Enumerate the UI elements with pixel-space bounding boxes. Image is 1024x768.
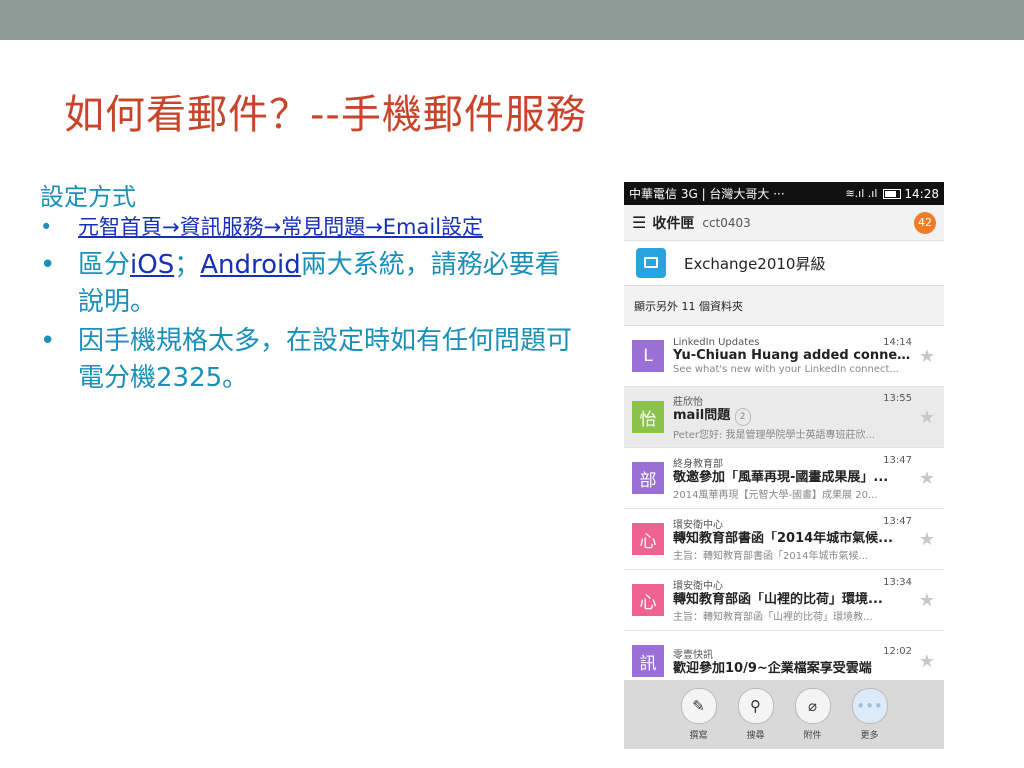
- slide-body: 設定方式 • 元智首頁→資訊服務→常見問題→Email設定 • 區分iOS；An…: [40, 182, 585, 397]
- mail-sender: 終身教育部: [673, 459, 723, 470]
- star-icon[interactable]: ★: [916, 651, 938, 672]
- unread-badge: 42: [914, 211, 936, 234]
- mail-list: L LinkedIn Updates 14:14 Yu-Chiuan Huang ad…: [624, 326, 944, 692]
- bullet-2-sep: ；: [174, 250, 201, 280]
- mail-preview: 主旨：轉知教育部書函「2014年城市氣候...: [673, 551, 868, 562]
- folder-name: Exchange2010昇級: [684, 254, 826, 273]
- app-bar: ☰ 收件匣 cct0403 42: [624, 205, 944, 241]
- star-icon[interactable]: ★: [916, 590, 938, 611]
- mail-time: 13:34: [883, 577, 912, 588]
- mail-preview: 2014風華再現【元智大學-國畫】成果展 20...: [673, 490, 878, 501]
- bullet-3-text: 因手機規格太多，在設定時如有任何問題可電分機2325。: [78, 326, 573, 393]
- sender-avatar: 訊: [632, 645, 664, 677]
- toolbar-label: 撰寫: [689, 731, 708, 741]
- clock: 14:28: [904, 186, 939, 201]
- mail-subject: Yu-Chiuan Huang added connecti...: [673, 348, 912, 363]
- folder-icon: [636, 248, 666, 278]
- mail-time: 13:55: [883, 393, 912, 404]
- bullet-2: • 區分iOS；Android兩大系統，請務必要看說明。: [40, 247, 585, 321]
- sender-avatar: L: [632, 340, 664, 372]
- sender-avatar: 心: [632, 523, 664, 555]
- account-name: cct0403: [702, 215, 751, 230]
- subhead: 設定方式: [40, 183, 136, 211]
- top-banner: [0, 0, 1024, 40]
- sender-avatar: 部: [632, 462, 664, 494]
- battery-icon: [883, 188, 902, 199]
- email-settings-link[interactable]: 元智首頁→資訊服務→常見問題→Email設定: [78, 215, 483, 239]
- mail-sender: 零壹快訊: [673, 649, 713, 661]
- mail-time: 13:47: [883, 455, 912, 466]
- mail-body: 終身教育部 13:47 敬邀參加「風華再現-國畫成果展」... 2014風華再現【元智…: [673, 455, 912, 501]
- show-more-folders[interactable]: 顯示另外 11 個資料夾: [624, 286, 944, 326]
- mail-preview: See what's new with your LinkedIn connec…: [673, 364, 899, 375]
- mail-body: 莊欣怡 13:55 mail問題 2 Peter您好: 我是管理學院學士英語專班莊欣.…: [673, 393, 912, 441]
- ios-link[interactable]: iOS: [130, 250, 174, 280]
- mail-preview: 主旨：轉知教育部函「山裡的比荷」環境教...: [673, 612, 873, 623]
- bullet-dot: •: [40, 326, 56, 356]
- signal-icon: ≋.ıl .ıl: [845, 187, 878, 200]
- more-button[interactable]: ••• 更多: [851, 688, 888, 741]
- inbox-title[interactable]: 收件匣: [652, 213, 694, 233]
- mail-item[interactable]: L LinkedIn Updates 14:14 Yu-Chiuan Huang ad…: [624, 326, 944, 387]
- mail-item[interactable]: 部終身教育部 13:47 敬邀參加「風華再現-國畫成果展」... 2014風華再現【元…: [624, 448, 944, 509]
- bottom-toolbar: ✎ 撰寫 ⚲ 搜尋 ⌀ 附件 ••• 更多: [624, 680, 944, 749]
- compose-icon: ✎: [680, 688, 717, 724]
- slide-title: 如何看郵件？--手機郵件服務: [64, 92, 587, 138]
- mail-subject: 轉知教育部書函「2014年城市氣候...: [673, 531, 893, 546]
- mail-sender: 莊欣怡: [673, 397, 703, 408]
- sender-avatar: 怡: [632, 401, 664, 433]
- sender-avatar: 心: [632, 584, 664, 616]
- menu-icon[interactable]: ☰: [632, 213, 646, 232]
- mail-time: 14:14: [883, 337, 912, 348]
- bullet-1: • 元智首頁→資訊服務→常見問題→Email設定: [40, 214, 585, 241]
- mail-sender: 環安衛中心: [673, 520, 723, 531]
- paperclip-button[interactable]: ⌀ 附件: [794, 688, 831, 741]
- folder-item[interactable]: Exchange2010昇級: [624, 241, 944, 286]
- bullet-2-text-a: 區分: [78, 250, 131, 280]
- mail-subject: 敬邀參加「風華再現-國畫成果展」...: [673, 470, 889, 485]
- mail-body: LinkedIn Updates 14:14 Yu-Chiuan Huang add…: [673, 337, 912, 375]
- mail-body: 環安衛中心 13:34 轉知教育部函「山裡的比荷」環境... 主旨：轉知教育部函「山裡…: [673, 577, 912, 623]
- bullet-3: • 因手機規格太多，在設定時如有任何問題可電分機2325。: [40, 323, 585, 397]
- mail-subject: 歡迎參加10/9~企業檔案享受雲端: [673, 660, 872, 676]
- mail-subject: 轉知教育部函「山裡的比荷」環境...: [673, 592, 883, 607]
- search-button[interactable]: ⚲ 搜尋: [737, 688, 774, 741]
- carrier-text: 中華電信 3G | 台灣大哥大 ···: [629, 187, 785, 201]
- star-icon[interactable]: ★: [916, 529, 938, 550]
- mail-sender: 環安衛中心: [673, 581, 723, 592]
- bullet-dot: •: [40, 215, 53, 239]
- mail-time: 12:02: [883, 645, 912, 657]
- search-icon: ⚲: [737, 688, 774, 724]
- android-link[interactable]: Android: [200, 250, 301, 280]
- mail-item[interactable]: 心環安衛中心 13:34 轉知教育部函「山裡的比荷」環境... 主旨：轉知教育部函「山…: [624, 570, 944, 631]
- star-icon[interactable]: ★: [916, 346, 938, 367]
- star-icon[interactable]: ★: [916, 407, 938, 428]
- status-bar: 中華電信 3G | 台灣大哥大 ··· ≋.ıl .ıl 14:28: [624, 182, 944, 205]
- toolbar-label: 搜尋: [746, 731, 765, 741]
- star-icon[interactable]: ★: [916, 468, 938, 489]
- more-icon: •••: [851, 688, 888, 724]
- toolbar-label: 更多: [860, 731, 879, 741]
- mail-body: 零壹快訊 12:02 歡迎參加10/9~企業檔案享受雲端: [673, 646, 912, 677]
- phone-screenshot: 中華電信 3G | 台灣大哥大 ··· ≋.ıl .ıl 14:28 ☰ 收件匣…: [624, 182, 944, 749]
- mail-preview: Peter您好: 我是管理學院學士英語專班莊欣...: [673, 430, 876, 441]
- compose-button[interactable]: ✎ 撰寫: [680, 688, 717, 741]
- thread-count: 2: [734, 408, 751, 426]
- paperclip-icon: ⌀: [794, 688, 831, 724]
- mail-item[interactable]: 怡莊欣怡 13:55 mail問題 2 Peter您好: 我是管理學院學士英語專班莊欣…: [624, 387, 944, 448]
- toolbar-label: 附件: [803, 731, 822, 741]
- mail-item[interactable]: 心環安衛中心 13:47 轉知教育部書函「2014年城市氣候... 主旨：轉知教育部書…: [624, 509, 944, 570]
- mail-subject: mail問題: [673, 408, 731, 423]
- mail-body: 環安衛中心 13:47 轉知教育部書函「2014年城市氣候... 主旨：轉知教育部書函…: [673, 516, 912, 562]
- mail-sender: LinkedIn Updates: [673, 337, 760, 348]
- mail-time: 13:47: [883, 516, 912, 527]
- bullet-dot: •: [40, 250, 56, 280]
